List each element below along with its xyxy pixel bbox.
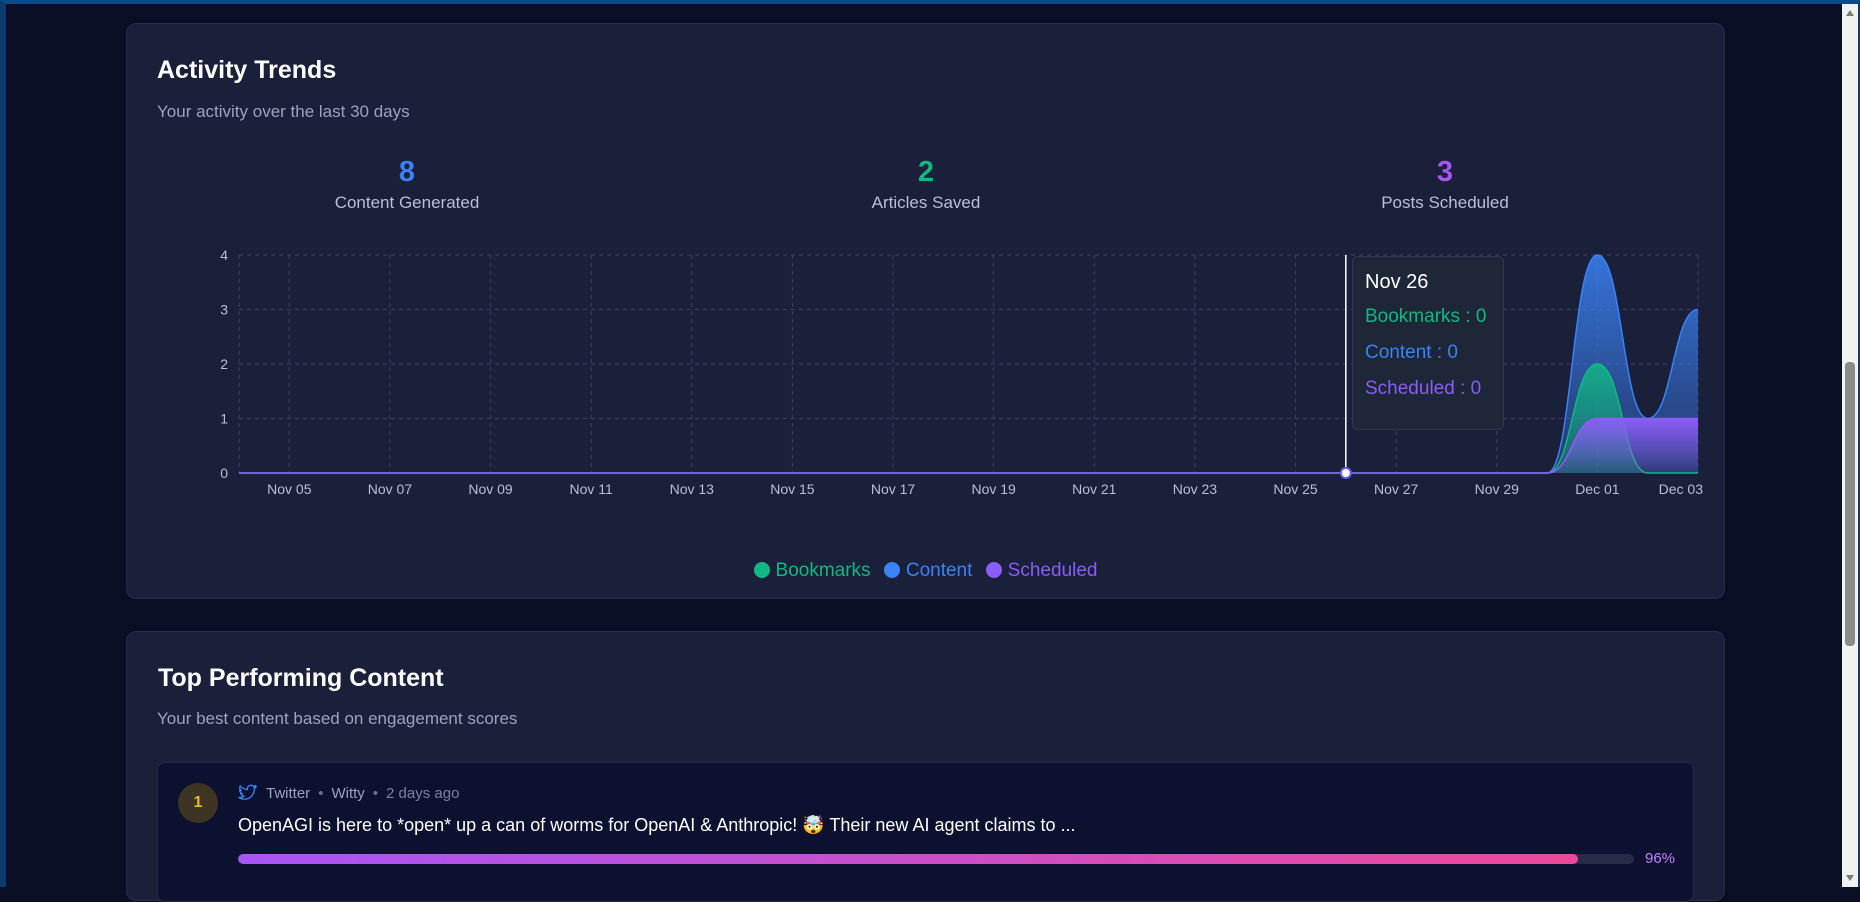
legend-content[interactable]: Content xyxy=(883,560,973,582)
x-tick-label: Nov 21 xyxy=(1072,481,1117,497)
tooltip-date: Nov 26 xyxy=(1365,271,1429,293)
y-tick-label: 3 xyxy=(220,302,228,318)
x-tick-label: Nov 09 xyxy=(468,481,513,497)
x-tick-label: Nov 17 xyxy=(871,481,916,497)
content-item[interactable]: 1 Twitter • Witty • 2 days ago OpenAGI is he… xyxy=(157,762,1694,902)
legend-bookmarks-label: Bookmarks xyxy=(775,560,871,581)
x-tick-label: Nov 15 xyxy=(770,481,815,497)
top-performing-subtitle: Your best content based on engagement sc… xyxy=(157,709,518,728)
x-tick-label: Nov 23 xyxy=(1173,481,1218,497)
y-tick-label: 2 xyxy=(220,356,228,372)
x-tick-label: Nov 13 xyxy=(670,481,715,497)
chart-legend: Bookmarks Content Scheduled xyxy=(127,560,1724,582)
meta-separator: • xyxy=(318,785,324,802)
x-tick-label: Nov 05 xyxy=(267,481,312,497)
tooltip-content: Content : 0 xyxy=(1365,342,1458,363)
meta-separator: • xyxy=(372,785,379,802)
y-tick-label: 0 xyxy=(220,465,228,481)
engagement-progress-track xyxy=(238,854,1634,864)
x-tick-label: Nov 19 xyxy=(971,481,1016,497)
content-meta: Twitter • Witty • 2 days ago xyxy=(238,784,459,806)
tooltip-bookmarks: Bookmarks : 0 xyxy=(1365,306,1487,327)
y-tick-label: 1 xyxy=(220,411,228,427)
twitter-icon xyxy=(238,784,258,806)
x-tick-label: Nov 27 xyxy=(1374,481,1419,497)
x-tick-label: Nov 25 xyxy=(1273,481,1318,497)
legend-content-label: Content xyxy=(905,560,973,581)
content-time: 2 days ago xyxy=(386,785,460,802)
rank-badge: 1 xyxy=(178,783,218,823)
legend-scheduled[interactable]: Scheduled xyxy=(985,560,1098,582)
legend-content-dot xyxy=(883,562,900,578)
top-performing-title: Top Performing Content xyxy=(158,664,444,692)
top-performing-card: Top Performing Content Your best content… xyxy=(126,631,1725,902)
legend-bookmarks[interactable]: Bookmarks xyxy=(753,560,871,582)
x-tick-label: Dec 01 xyxy=(1575,481,1620,497)
scroll-thumb[interactable] xyxy=(1845,362,1855,646)
content-tone: Witty xyxy=(331,785,365,802)
content-platform: Twitter xyxy=(266,785,311,802)
page-scrollbar[interactable] xyxy=(1842,4,1858,887)
scroll-up-arrow-icon[interactable] xyxy=(1846,10,1854,16)
x-tick-label: Nov 29 xyxy=(1475,481,1520,497)
chart-tooltip: Nov 26 Bookmarks : 0 Content : 0 Schedul… xyxy=(1352,256,1504,430)
x-tick-label: Dec 03 xyxy=(1659,481,1704,497)
activity-trends-card: Activity Trends Your activity over the l… xyxy=(126,23,1725,599)
engagement-score: 96% xyxy=(1645,850,1676,867)
legend-scheduled-dot xyxy=(985,562,1002,578)
scroll-down-arrow-icon[interactable] xyxy=(1846,875,1854,881)
x-tick-label: Nov 07 xyxy=(368,481,413,497)
y-tick-label: 4 xyxy=(220,247,228,263)
tooltip-scheduled: Scheduled : 0 xyxy=(1365,378,1482,399)
engagement-progress-fill xyxy=(238,854,1579,864)
chart-cursor-dot xyxy=(1339,467,1352,479)
legend-bookmarks-dot xyxy=(753,562,770,578)
content-text: OpenAGI is here to *open* up a can of wo… xyxy=(238,815,1076,835)
legend-scheduled-label: Scheduled xyxy=(1007,560,1098,581)
x-tick-label: Nov 11 xyxy=(570,481,614,497)
